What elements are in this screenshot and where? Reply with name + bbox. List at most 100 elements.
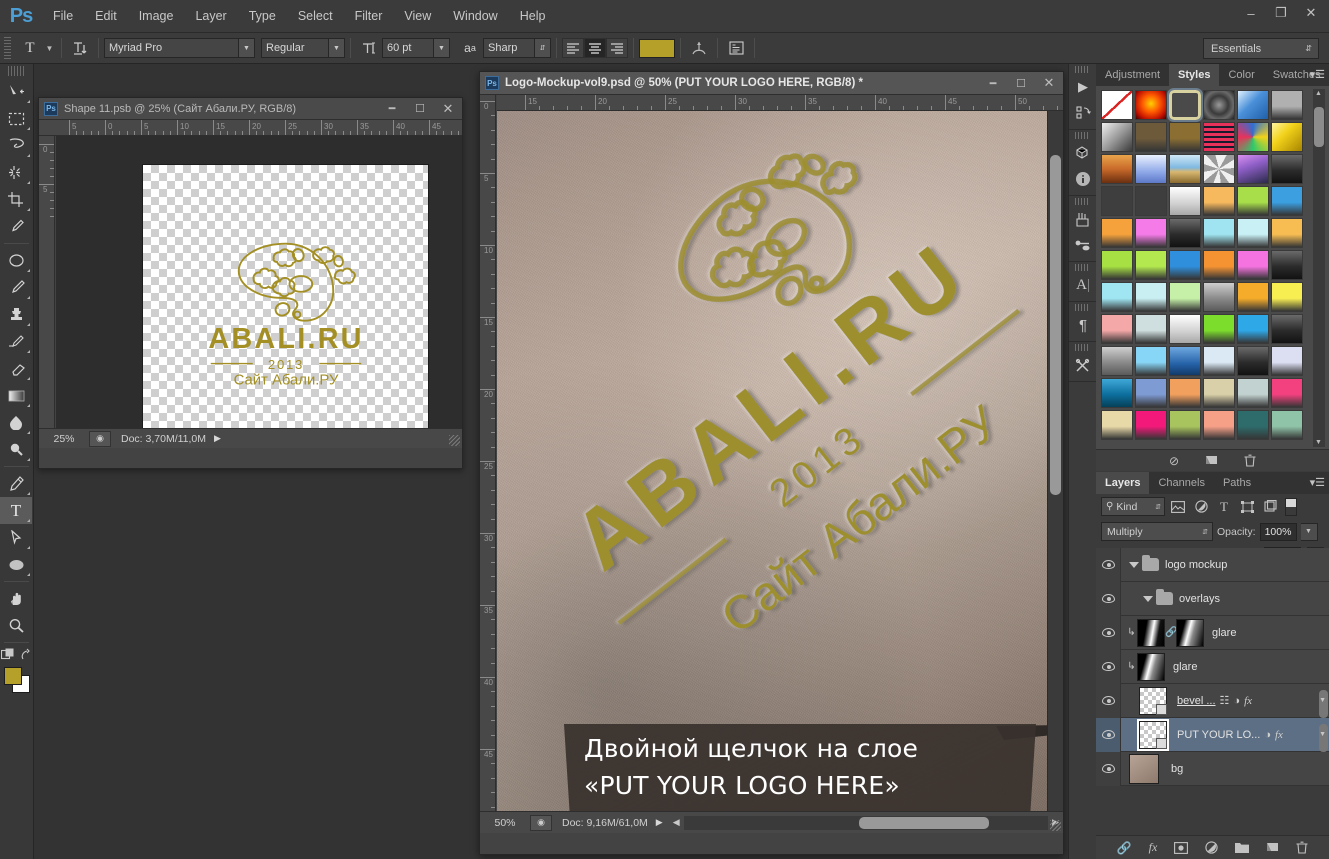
style-swatch[interactable] xyxy=(1237,250,1269,280)
tab-channels[interactable]: Channels xyxy=(1149,472,1213,494)
document-window-shape11[interactable]: Ps Shape 11.psb @ 25% (Сайт Абали.РУ, RG… xyxy=(38,97,463,469)
menu-filter[interactable]: Filter xyxy=(344,0,394,33)
doc2-vertical-scroll-thumb[interactable] xyxy=(1050,155,1061,495)
menu-help[interactable]: Help xyxy=(509,0,557,33)
font-size-input[interactable]: 60 pt xyxy=(382,38,434,58)
lasso-tool[interactable] xyxy=(0,132,32,159)
doc1-close-button[interactable]: ✕ xyxy=(434,99,462,119)
layer-effects-icon[interactable]: ◑ xyxy=(1233,695,1240,707)
rail-grip[interactable] xyxy=(1075,132,1090,139)
link-layers-icon[interactable]: 🔗 xyxy=(1117,841,1132,855)
style-swatch[interactable] xyxy=(1135,314,1167,344)
table-row[interactable]: bevel ... ☷ ◑ fx ▼ xyxy=(1096,683,1329,718)
quick-mask-icon[interactable] xyxy=(0,648,16,661)
styles-grid[interactable] xyxy=(1100,88,1306,447)
style-swatch[interactable] xyxy=(1203,154,1235,184)
style-swatch[interactable] xyxy=(1101,90,1133,120)
style-swatch[interactable] xyxy=(1135,250,1167,280)
eraser-tool[interactable] xyxy=(0,355,32,382)
document-window-logo-mockup[interactable]: Ps Logo-Mockup-vol9.psd @ 50% (PUT YOUR … xyxy=(479,71,1064,855)
layer-visibility-toggle[interactable] xyxy=(1096,717,1121,752)
new-layer-icon[interactable] xyxy=(1266,842,1279,854)
info-icon[interactable] xyxy=(1069,166,1097,192)
fx-icon[interactable]: fx xyxy=(1244,695,1252,707)
style-swatch[interactable] xyxy=(1271,282,1303,312)
style-swatch[interactable] xyxy=(1237,218,1269,248)
style-swatch[interactable] xyxy=(1203,282,1235,312)
style-swatch[interactable] xyxy=(1135,378,1167,408)
font-family-input[interactable]: Myriad Pro xyxy=(104,38,239,58)
antialias-stepper-icon[interactable]: ⇵ xyxy=(535,38,551,58)
type-tool-icon[interactable]: T xyxy=(17,37,43,59)
zoom-tool[interactable] xyxy=(0,612,32,639)
layer-kind-filter[interactable]: ⚲ Kind ⇵ xyxy=(1101,497,1165,516)
text-color-swatch[interactable] xyxy=(639,38,675,58)
style-swatch[interactable] xyxy=(1271,122,1303,152)
doc1-title-bar[interactable]: Ps Shape 11.psb @ 25% (Сайт Абали.РУ, RG… xyxy=(39,98,462,120)
layer-thumbnail[interactable] xyxy=(1137,618,1165,647)
group-disclosure-icon[interactable] xyxy=(1143,595,1153,602)
style-swatch[interactable] xyxy=(1203,314,1235,344)
tab-paths[interactable]: Paths xyxy=(1214,472,1260,494)
style-swatch[interactable] xyxy=(1237,122,1269,152)
layer-name[interactable]: logo mockup xyxy=(1165,559,1227,571)
doc2-horizontal-scroll-thumb[interactable] xyxy=(858,816,989,829)
path-selection-tool[interactable] xyxy=(0,524,32,551)
style-swatch[interactable] xyxy=(1101,282,1133,312)
doc2-maximize-button[interactable]: ☐ xyxy=(1007,73,1035,93)
spot-healing-brush-tool[interactable] xyxy=(0,247,32,274)
warp-text-icon[interactable] xyxy=(686,37,712,59)
doc1-preview-icon[interactable]: ◉ xyxy=(89,430,111,447)
new-style-icon[interactable] xyxy=(1205,455,1218,467)
doc1-zoom-level[interactable]: 25% xyxy=(39,433,89,445)
style-swatch[interactable] xyxy=(1169,218,1201,248)
doc2-zoom-level[interactable]: 50% xyxy=(480,817,530,829)
tool-presets-icon[interactable] xyxy=(1069,352,1097,378)
text-orientation-icon[interactable] xyxy=(67,37,93,59)
opacity-chevron-icon[interactable]: ▼ xyxy=(1300,522,1318,541)
foreground-color-swatch[interactable] xyxy=(3,667,22,685)
style-swatch[interactable] xyxy=(1169,314,1201,344)
style-swatch[interactable] xyxy=(1135,218,1167,248)
minimize-button[interactable]: – xyxy=(1237,2,1265,24)
actions-icon[interactable] xyxy=(1069,100,1097,126)
tool-preset-chevron-icon[interactable]: ▼ xyxy=(43,37,56,59)
layer-visibility-toggle[interactable] xyxy=(1096,615,1121,650)
doc2-close-button[interactable]: ✕ xyxy=(1035,73,1063,93)
style-swatch[interactable] xyxy=(1203,186,1235,216)
style-swatch[interactable] xyxy=(1169,186,1201,216)
menu-select[interactable]: Select xyxy=(287,0,344,33)
layer-name[interactable]: bevel ... xyxy=(1177,695,1216,707)
doc1-canvas[interactable]: ABALI.RU 2013 Сайт Абали.РУ xyxy=(142,164,429,448)
rail-grip[interactable] xyxy=(1075,264,1090,271)
layer-name[interactable]: bg xyxy=(1171,763,1183,775)
menu-window[interactable]: Window xyxy=(442,0,508,33)
fx-icon[interactable]: fx xyxy=(1275,729,1283,741)
new-adjustment-icon[interactable] xyxy=(1205,841,1218,854)
layer-name[interactable]: overlays xyxy=(1179,593,1220,605)
style-swatch[interactable] xyxy=(1271,186,1303,216)
style-swatch[interactable] xyxy=(1135,186,1167,216)
layer-name[interactable]: glare xyxy=(1212,627,1236,639)
style-swatch[interactable] xyxy=(1169,410,1201,440)
align-left-button[interactable] xyxy=(562,38,584,58)
font-family-chevron-icon[interactable]: ▼ xyxy=(239,38,255,58)
tab-styles[interactable]: Styles xyxy=(1169,64,1220,86)
style-swatch[interactable] xyxy=(1101,250,1133,280)
layer-visibility-toggle[interactable] xyxy=(1096,548,1121,582)
style-swatch[interactable] xyxy=(1101,378,1133,408)
doc1-status-chevron-icon[interactable]: ▶ xyxy=(206,433,221,444)
rail-grip[interactable] xyxy=(1075,304,1090,311)
marquee-tool[interactable] xyxy=(0,105,32,132)
align-right-button[interactable] xyxy=(606,38,628,58)
pen-tool[interactable] xyxy=(0,470,32,497)
style-swatch[interactable] xyxy=(1169,282,1201,312)
add-style-fx-icon[interactable]: fx xyxy=(1149,840,1158,855)
shape-filter-icon[interactable] xyxy=(1237,497,1257,516)
type-tool[interactable]: T xyxy=(0,497,32,524)
foreground-background-colors[interactable] xyxy=(3,667,30,693)
quick-selection-tool[interactable] xyxy=(0,159,32,186)
style-swatch[interactable] xyxy=(1237,90,1269,120)
style-swatch[interactable] xyxy=(1237,410,1269,440)
doc2-horizontal-scrollbar[interactable] xyxy=(683,815,1049,830)
